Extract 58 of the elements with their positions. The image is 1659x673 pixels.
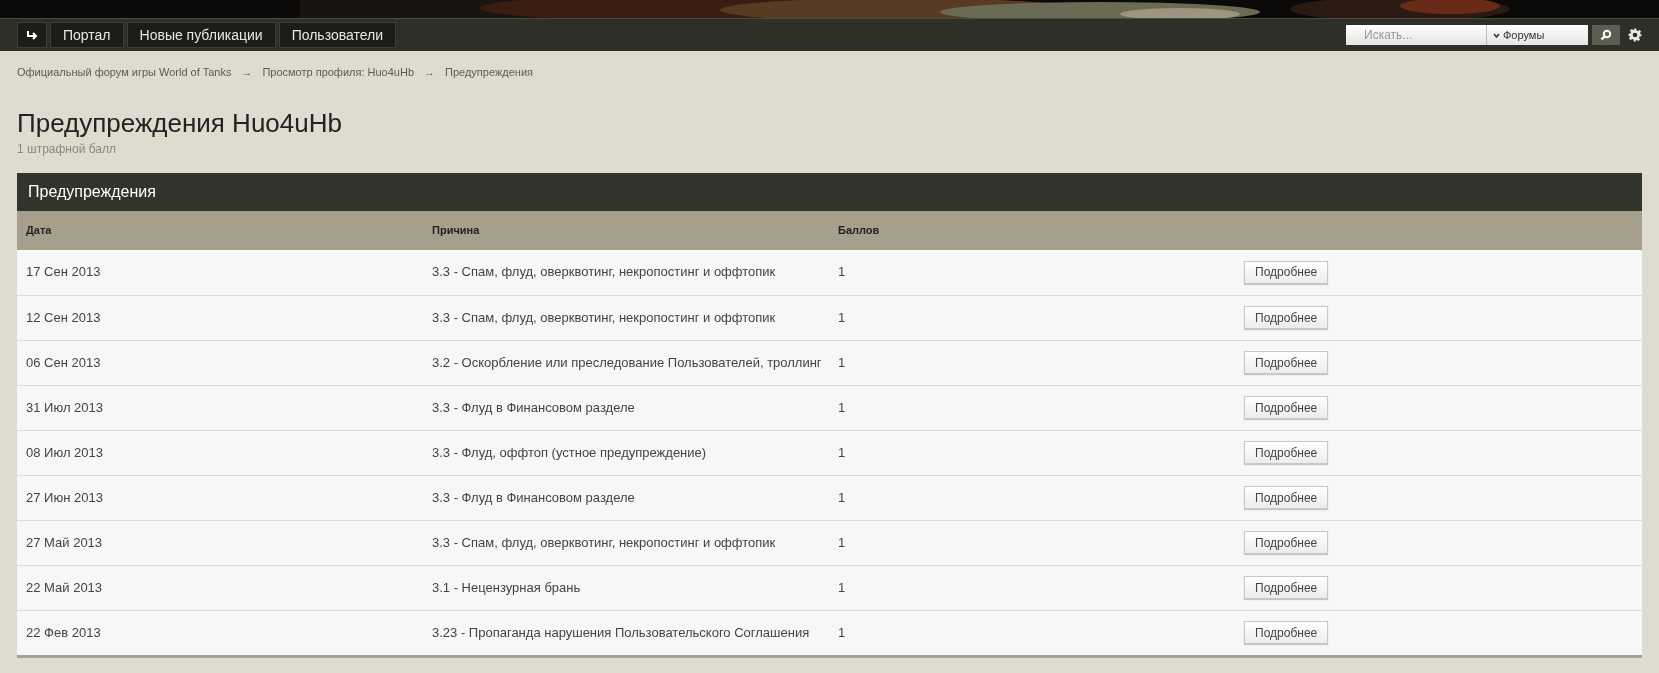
details-button[interactable]: Подробнее: [1244, 621, 1329, 644]
breadcrumb-link[interactable]: Просмотр профиля: Huo4uHb: [262, 64, 415, 81]
details-button[interactable]: Подробнее: [1244, 531, 1329, 554]
breadcrumb-link[interactable]: Официальный форум игры World of Tanks: [17, 64, 232, 81]
date-cell-text: 22 Фев 2013: [26, 623, 102, 642]
home-button[interactable]: [17, 22, 47, 48]
reason-cell-text: 3.23 - Пропаганда нарушения Пользовательского Соглашения: [432, 623, 811, 642]
details-button[interactable]: Подробнее: [1244, 441, 1329, 464]
reason-cell-text: 3.3 - Флуд в Финансовом разделе: [432, 398, 636, 417]
search-icon: [1600, 29, 1612, 41]
nav-tab[interactable]: Новые публикации: [126, 22, 276, 48]
reason-cell-text: 3.3 - Спам, флуд, оверквотинг, некропостинг и оффтопик: [432, 308, 777, 327]
panel-title: Предупреждения: [17, 172, 1642, 211]
date-cell-text: 06 Сен 2013: [26, 353, 102, 372]
details-button[interactable]: Подробнее: [1244, 351, 1329, 374]
reason-cell-text: 3.3 - Спам, флуд, оверквотинг, некропостинг и оффтопик: [432, 533, 777, 552]
column-header: Причина: [432, 222, 481, 238]
search-scope-dropdown[interactable]: Форумы: [1486, 25, 1545, 45]
column-header: Баллов: [838, 222, 881, 238]
reason-cell-text: 3.1 - Нецензурная брань: [432, 578, 582, 597]
date-cell-text: 17 Сен 2013: [26, 263, 102, 282]
column-header: Дата: [26, 222, 53, 238]
points-cell-text: 1: [838, 263, 847, 282]
search-field[interactable]: Искать... Форумы: [1346, 25, 1588, 45]
details-button[interactable]: Подробнее: [1244, 396, 1329, 419]
points-cell-text: 1: [838, 488, 847, 507]
nav-tab[interactable]: Портал: [50, 22, 124, 48]
details-button[interactable]: Подробнее: [1244, 260, 1329, 284]
page-subtitle: 1 штрафной балл: [17, 140, 117, 158]
breadcrumb-link[interactable]: Предупреждения: [445, 64, 533, 81]
points-cell-text: 1: [838, 443, 847, 462]
date-cell-text: 08 Июл 2013: [26, 443, 104, 462]
details-button[interactable]: Подробнее: [1244, 306, 1329, 329]
breadcrumb-separator: →: [424, 65, 436, 80]
page-title: Предупреждения Huo4uHb: [17, 107, 343, 138]
breadcrumb-separator: →: [241, 65, 253, 80]
date-cell-text: 12 Сен 2013: [26, 308, 102, 327]
points-cell-text: 1: [838, 578, 847, 597]
points-cell-text: 1: [838, 398, 847, 417]
points-cell-text: 1: [838, 623, 847, 642]
settings-icon[interactable]: [1628, 28, 1642, 42]
points-cell-text: 1: [838, 308, 847, 327]
reason-cell-text: 3.3 - Флуд, оффтоп (устное предупреждение): [432, 443, 708, 462]
details-button[interactable]: Подробнее: [1244, 486, 1329, 509]
nav-tab[interactable]: Пользователи: [278, 22, 396, 48]
date-cell-text: 22 Май 2013: [26, 578, 104, 597]
date-cell-text: 31 Июл 2013: [26, 398, 104, 417]
search-button[interactable]: [1592, 25, 1620, 45]
caret-icon: [1493, 32, 1500, 38]
date-cell-text: 27 Июн 2013: [26, 488, 104, 507]
reason-cell-text: 3.3 - Флуд в Финансовом разделе: [432, 488, 636, 507]
points-cell-text: 1: [838, 353, 847, 372]
date-cell-text: 27 Май 2013: [26, 533, 104, 552]
points-cell-text: 1: [838, 533, 847, 552]
reason-cell-text: 3.2 - Оскорбление или преследование Пользователей, троллинг: [432, 353, 823, 372]
reason-cell-text: 3.3 - Спам, флуд, оверквотинг, некропостинг и оффтопик: [432, 263, 777, 282]
details-button[interactable]: Подробнее: [1244, 576, 1329, 599]
arrow-icon: [26, 30, 38, 40]
